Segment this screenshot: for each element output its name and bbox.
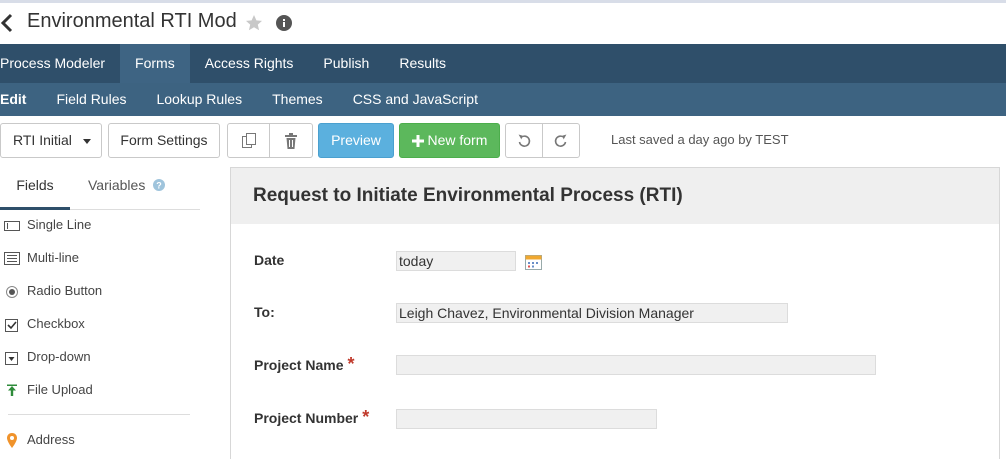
form-select-dropdown[interactable]: RTI Initial: [0, 123, 102, 158]
form-header: Request to Initiate Environmental Proces…: [231, 168, 999, 224]
question-icon: ?: [153, 166, 166, 206]
file-upload-icon: [4, 382, 20, 398]
field-divider: [8, 414, 190, 415]
map-pin-icon: [4, 432, 20, 448]
field-item-address[interactable]: Address: [0, 429, 200, 451]
single-line-icon: [4, 217, 20, 233]
dropdown-icon: [4, 349, 20, 365]
nav-publish[interactable]: Publish: [308, 44, 384, 83]
new-form-label: New form: [427, 132, 488, 148]
form-canvas: Request to Initiate Environmental Proces…: [230, 167, 1000, 459]
trash-icon: [282, 132, 300, 150]
nav-results[interactable]: Results: [384, 44, 461, 83]
redo-icon: [554, 132, 568, 148]
toolbar: RTI Initial Form Settings Preview New fo…: [0, 123, 1006, 158]
new-form-button[interactable]: New form: [399, 123, 500, 158]
main-nav: Process Modeler Forms Access Rights Publ…: [0, 44, 1006, 83]
delete-button[interactable]: [269, 123, 313, 158]
to-field[interactable]: Leigh Chavez, Environmental Division Man…: [396, 303, 788, 323]
nav-access-rights[interactable]: Access Rights: [190, 44, 309, 83]
field-label-date: Date: [254, 252, 285, 268]
subnav-edit[interactable]: Edit: [0, 83, 41, 116]
subnav-css-javascript[interactable]: CSS and JavaScript: [338, 83, 493, 116]
required-marker: *: [347, 354, 355, 374]
field-item-radio-button[interactable]: Radio Button: [0, 280, 200, 302]
sidebar-tabs: Fields Variables ?: [0, 165, 200, 210]
caret-down-icon: [83, 139, 91, 144]
radio-button-icon: [4, 283, 20, 299]
field-item-label: Multi-line: [27, 250, 80, 265]
nav-process-modeler[interactable]: Process Modeler: [0, 44, 120, 83]
field-label-project-name: Project Name *: [254, 354, 355, 375]
subnav-lookup-rules[interactable]: Lookup Rules: [141, 83, 257, 116]
last-saved-status: Last saved a day ago by TEST: [611, 132, 789, 147]
field-item-label: Radio Button: [27, 283, 103, 298]
redo-button[interactable]: [542, 123, 580, 158]
chevron-left-icon[interactable]: [0, 12, 16, 34]
copy-button[interactable]: [227, 123, 270, 158]
undo-button[interactable]: [505, 123, 543, 158]
date-field[interactable]: today: [396, 251, 516, 271]
project-number-label-text: Project Number: [254, 410, 359, 426]
info-icon[interactable]: [276, 15, 292, 31]
copy-icon: [240, 132, 258, 149]
page-title: Environmental RTI Mod: [27, 10, 237, 32]
field-item-label: Drop-down: [27, 349, 91, 364]
field-item-label: Address: [27, 432, 75, 447]
multi-line-icon: [4, 250, 20, 266]
plus-icon: [411, 132, 428, 148]
project-number-field[interactable]: [396, 409, 657, 429]
required-marker: *: [362, 407, 370, 427]
svg-text:?: ?: [156, 181, 162, 191]
calendar-icon[interactable]: [525, 253, 542, 270]
tab-variables[interactable]: Variables ?: [88, 165, 166, 210]
subnav-themes[interactable]: Themes: [257, 83, 338, 116]
field-item-label: Single Line: [27, 217, 92, 232]
form-title: Request to Initiate Environmental Proces…: [253, 185, 683, 206]
checkbox-icon: [4, 316, 20, 332]
subnav-field-rules[interactable]: Field Rules: [41, 83, 141, 116]
field-item-label: File Upload: [27, 382, 93, 397]
field-item-file-upload[interactable]: File Upload: [0, 379, 200, 401]
field-label-project-number: Project Number *: [254, 407, 369, 428]
form-select-label: RTI Initial: [13, 132, 72, 148]
star-icon[interactable]: [244, 13, 264, 33]
field-label-to: To:: [254, 304, 275, 320]
title-bar: Environmental RTI Mod: [0, 3, 1006, 44]
undo-icon: [517, 132, 531, 148]
sub-nav: Edit Field Rules Lookup Rules Themes CSS…: [0, 83, 1006, 116]
project-name-label-text: Project Name: [254, 357, 344, 373]
preview-button[interactable]: Preview: [318, 123, 394, 158]
project-name-field[interactable]: [396, 355, 876, 375]
tab-fields[interactable]: Fields: [0, 165, 70, 210]
tab-variables-label: Variables: [88, 177, 146, 193]
field-item-label: Checkbox: [27, 316, 85, 331]
field-item-checkbox[interactable]: Checkbox: [0, 313, 200, 335]
field-item-drop-down[interactable]: Drop-down: [0, 346, 200, 368]
form-settings-button[interactable]: Form Settings: [108, 123, 220, 158]
field-item-multi-line[interactable]: Multi-line: [0, 247, 200, 269]
nav-forms[interactable]: Forms: [120, 44, 190, 83]
field-item-single-line[interactable]: Single Line: [0, 214, 200, 236]
